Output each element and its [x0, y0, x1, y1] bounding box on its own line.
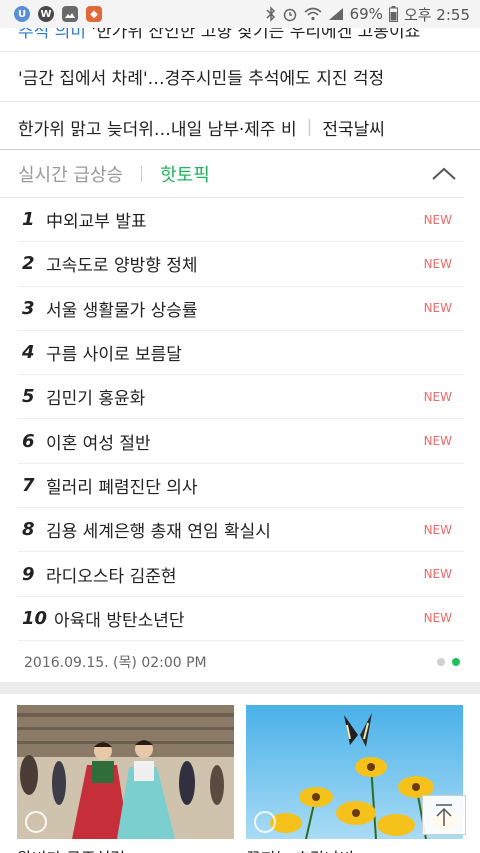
- arrow-up-icon: [436, 804, 452, 826]
- realtime-footer: 2016.09.15. (목) 02:00 PM: [0, 641, 480, 683]
- rank-number: 2: [22, 253, 35, 275]
- photo-caption: 왕비가 공주처럼: [17, 845, 234, 853]
- new-badge: NEW: [423, 434, 452, 449]
- tab-realtime[interactable]: 실시간 급상승: [18, 161, 123, 187]
- rank-item[interactable]: 7 힐러리 폐렴진단 의사: [18, 464, 464, 509]
- section-divider: [0, 682, 480, 694]
- new-badge: NEW: [423, 389, 452, 404]
- photo-caption: 꽃피는 호랑나비: [246, 845, 463, 853]
- rank-number: 3: [22, 297, 35, 319]
- notification-icons: U W ◆: [14, 6, 102, 22]
- rank-list: 1 中외교부 발표 NEW 2 고속도로 양방향 정체 NEW 3 서울 생활물가 상승률…: [0, 198, 480, 641]
- clock: 오후 2:55: [403, 5, 470, 24]
- news-category: 추석 의미: [18, 28, 86, 42]
- rank-keyword: 고속도로 양방향 정체: [46, 256, 198, 277]
- rank-number: 1: [22, 209, 35, 231]
- battery-percent: 69%: [349, 5, 383, 23]
- page-dot-active[interactable]: [452, 657, 460, 666]
- collapse-chevron-up-icon[interactable]: [430, 163, 458, 185]
- rank-item[interactable]: 2 고속도로 양방향 정체 NEW: [18, 242, 464, 287]
- divider: |: [306, 117, 313, 137]
- signal-icon: [328, 8, 343, 20]
- news-item-partial[interactable]: 추석 의미 '한가위 잔인한 고향 찾기는 우리에겐 고통이죠: [0, 28, 480, 52]
- news-item[interactable]: '금간 집에서 차례'…경주시민들 추석에도 지진 걱정: [0, 52, 480, 102]
- rank-number: 5: [22, 386, 35, 408]
- zoom-icon: [254, 811, 276, 833]
- new-badge: NEW: [423, 567, 452, 582]
- app-notification-icon: U: [14, 6, 30, 22]
- bluetooth-icon: [266, 6, 275, 22]
- rank-keyword: 구름 사이로 보름달: [46, 345, 182, 366]
- zoom-icon: [25, 811, 47, 833]
- rank-item[interactable]: 10 아육대 방탄소년단 NEW: [18, 597, 464, 641]
- photo-hanbok[interactable]: [17, 705, 234, 839]
- new-badge: NEW: [423, 301, 452, 316]
- rank-keyword: 김용 세계은행 총재 연임 확실시: [46, 522, 271, 543]
- rank-keyword: 서울 생활물가 상승률: [46, 300, 198, 321]
- news-title: '금간 집에서 차례'…경주시민들 추석에도 지진 걱정: [18, 69, 385, 89]
- scroll-to-top-button[interactable]: [422, 795, 466, 835]
- w-app-icon: W: [38, 6, 54, 22]
- realtime-search-panel: 실시간 급상승 핫토픽 1 中외교부 발표 NEW 2 고속도로 양방향 정체 NEW …: [0, 149, 480, 682]
- photo-cards: 왕비가 공주처럼: [0, 694, 480, 853]
- news-title: 한가위 맑고 늦더위…내일 남부·제주 비: [18, 119, 297, 140]
- status-bar: U W ◆ 69% 오후 2:55: [0, 0, 480, 28]
- rank-item[interactable]: 4 구름 사이로 보름달: [18, 331, 464, 376]
- realtime-tabs: 실시간 급상승 핫토픽: [0, 150, 464, 198]
- gallery-icon: [62, 6, 78, 22]
- tab-divider: [141, 165, 143, 182]
- rank-number: 7: [22, 474, 35, 496]
- weather-link[interactable]: 전국날씨: [322, 115, 385, 140]
- battery-icon: [388, 6, 398, 22]
- page-indicator[interactable]: [437, 657, 460, 666]
- news-title: '한가위 잔인한 고향 찾기는 우리에겐 고통이죠: [85, 28, 421, 42]
- rank-item[interactable]: 1 中외교부 발표 NEW: [18, 198, 464, 243]
- update-timestamp: 2016.09.15. (목) 02:00 PM: [24, 654, 207, 671]
- rank-number: 8: [22, 519, 35, 541]
- rank-keyword: 힐러리 폐렴진단 의사: [46, 477, 198, 498]
- news-item[interactable]: 한가위 맑고 늦더위…내일 남부·제주 비 | 전국날씨: [0, 102, 480, 152]
- photo-card[interactable]: 왕비가 공주처럼: [17, 705, 234, 853]
- rank-keyword: 라디오스타 김준현: [46, 566, 177, 587]
- rank-number: 9: [22, 563, 35, 585]
- rank-item[interactable]: 6 이혼 여성 절반 NEW: [18, 419, 464, 464]
- rank-number: 10: [22, 607, 48, 629]
- new-badge: NEW: [423, 522, 452, 537]
- rank-item[interactable]: 9 라디오스타 김준현 NEW: [18, 552, 464, 597]
- tab-hottopic[interactable]: 핫토픽: [160, 161, 210, 187]
- rank-keyword: 아육대 방탄소년단: [54, 610, 185, 631]
- new-badge: NEW: [423, 212, 452, 227]
- rank-number: 4: [22, 342, 35, 364]
- rank-keyword: 中외교부 발표: [46, 212, 147, 233]
- rank-keyword: 김민기 홍윤화: [46, 389, 146, 410]
- news-list: 추석 의미 '한가위 잔인한 고향 찾기는 우리에겐 고통이죠 '금간 집에서 …: [0, 28, 480, 152]
- rank-keyword: 이혼 여성 절반: [46, 433, 151, 454]
- page-dot[interactable]: [437, 657, 445, 666]
- new-badge: NEW: [423, 256, 452, 271]
- game-app-icon: ◆: [86, 6, 102, 22]
- alarm-icon: [283, 8, 296, 22]
- rank-number: 6: [22, 430, 35, 452]
- wifi-icon: [304, 7, 322, 21]
- rank-item[interactable]: 5 김민기 홍윤화 NEW: [18, 375, 464, 420]
- rank-item[interactable]: 8 김용 세계은행 총재 연임 확실시 NEW: [18, 508, 464, 553]
- system-status: 69% 오후 2:55: [266, 4, 470, 25]
- rank-item[interactable]: 3 서울 생활물가 상승률 NEW: [18, 287, 464, 331]
- hanbok-photo-image: [17, 705, 234, 839]
- new-badge: NEW: [423, 611, 452, 626]
